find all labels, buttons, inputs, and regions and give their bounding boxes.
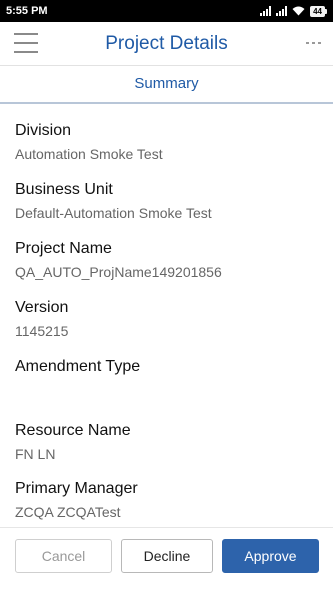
field-label: Business Unit xyxy=(15,181,113,198)
field-label: Resource Name xyxy=(15,422,131,439)
field-value: ZCQA ZCQATest xyxy=(15,504,121,520)
status-icons: 44 xyxy=(260,5,327,17)
field-value: Automation Smoke Test xyxy=(15,146,163,162)
field-value: QA_AUTO_ProjName149201856 xyxy=(15,264,222,280)
field-value: FN LN xyxy=(15,446,56,462)
field-value: Default-Automation Smoke Test xyxy=(15,205,212,221)
cancel-button[interactable]: Cancel xyxy=(15,539,112,573)
more-dots-icon[interactable] xyxy=(306,42,321,44)
field-amendment-type: Amendment Type xyxy=(15,358,320,382)
hamburger-icon[interactable] xyxy=(14,33,38,53)
field-business-unit: Business Unit Default-Automation Smoke T… xyxy=(15,181,320,221)
signal-icon xyxy=(260,6,272,16)
signal-icon-2 xyxy=(276,6,288,16)
status-time: 5:55 PM xyxy=(6,5,48,17)
field-label: Amendment Type xyxy=(15,358,141,375)
field-label: Division xyxy=(15,122,72,139)
field-label: Project Name xyxy=(15,240,112,257)
tab-summary[interactable]: Summary xyxy=(0,66,333,104)
wifi-icon xyxy=(292,6,305,16)
field-division: Division Automation Smoke Test xyxy=(15,122,320,162)
status-bar: 5:55 PM 44 xyxy=(0,0,333,22)
battery-level: 44 xyxy=(310,5,325,17)
field-label: Version xyxy=(15,299,69,316)
battery-icon: 44 xyxy=(310,5,327,17)
field-version: Version 1145215 xyxy=(15,299,320,339)
approve-button[interactable]: Approve xyxy=(222,539,319,573)
action-bar: Cancel Decline Approve xyxy=(0,527,333,592)
field-value: 1145215 xyxy=(15,323,69,339)
field-label: Primary Manager xyxy=(15,480,138,497)
decline-button[interactable]: Decline xyxy=(121,539,213,573)
field-primary-manager: Primary Manager ZCQA ZCQATest xyxy=(15,480,320,520)
field-project-name: Project Name QA_AUTO_ProjName149201856 xyxy=(15,240,320,280)
app-header: Project Details xyxy=(0,22,333,66)
field-resource-name: Resource Name FN LN xyxy=(15,422,320,462)
page-title: Project Details xyxy=(105,33,228,54)
